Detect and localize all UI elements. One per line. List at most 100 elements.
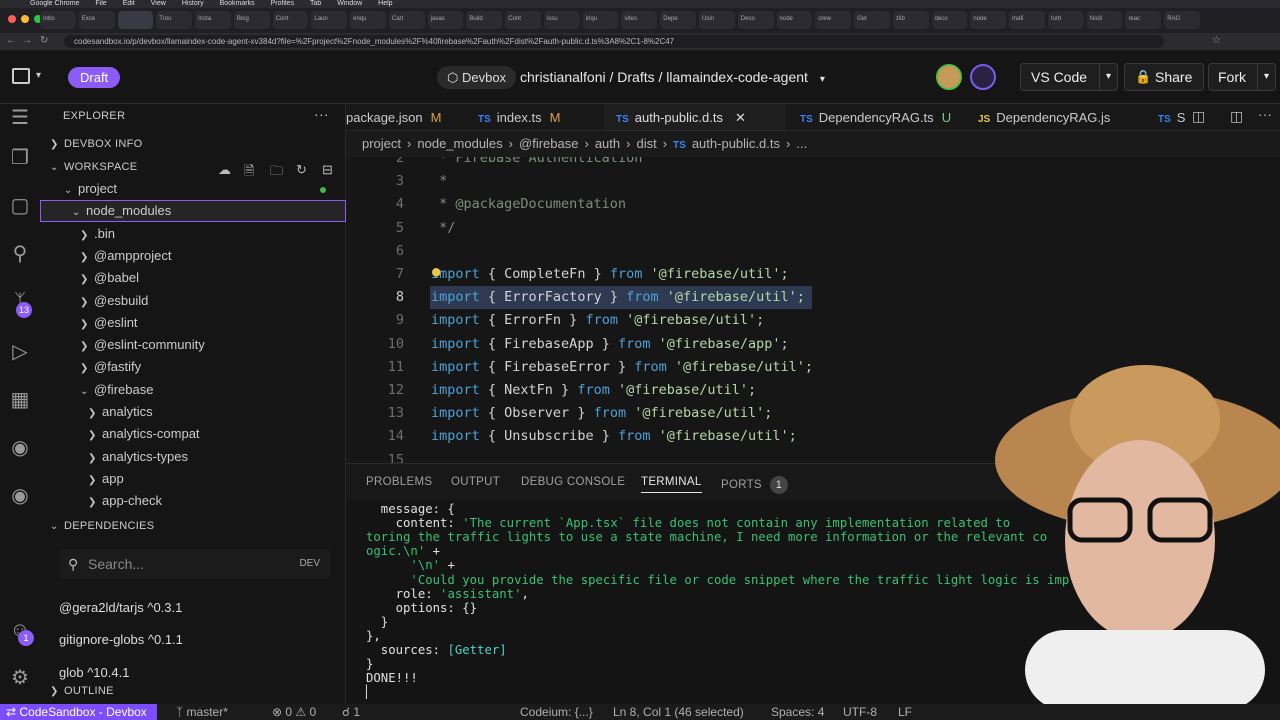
editor-tab[interactable]: TS index.ts M [466,104,602,130]
tree-item[interactable]: ⌄ node_modules [40,200,346,223]
browser-tab[interactable]: deco [931,11,968,29]
close-icon[interactable]: ✕ [735,110,746,125]
codeium-status[interactable]: Codeium: {...} [520,704,593,720]
panel-tab[interactable]: PROBLEMS [366,476,432,488]
browser-tab[interactable]: enqu [350,11,386,29]
workspace-section[interactable]: ⌄ WORKSPACE [50,161,137,173]
fork-button[interactable]: Fork ▾ [1208,63,1276,91]
tree-item[interactable]: ❯ analytics-compat [40,423,346,445]
browser-tab[interactable]: Insta [195,11,231,29]
vscode-button[interactable]: VS Code ▾ [1020,63,1118,91]
line-ending[interactable]: LF [898,704,912,720]
more-actions-icon[interactable]: ··· [314,106,329,122]
bookmark-star-icon[interactable]: ☆ [1212,35,1221,46]
os-menu-item[interactable]: View [151,0,166,8]
browser-tab[interactable]: mafi [1009,11,1045,29]
browser-tab[interactable]: Blog [233,11,270,29]
browser-tab[interactable]: Usin [699,11,735,29]
tree-item[interactable]: ❯ @eslint [40,312,346,334]
breadcrumb-item[interactable]: ... [796,136,807,151]
chevron-down-icon[interactable]: ▾ [36,70,41,81]
browser-tab[interactable]: node [776,11,813,29]
minimize-window-icon[interactable] [21,15,29,23]
remote-indicator[interactable]: ⇄ CodeSandbox - Devbox [0,704,157,720]
os-menu-item[interactable]: Bookmarks [220,0,255,8]
code-line[interactable]: 8 import { ErrorFactory } from '@firebase… [346,286,1280,310]
browser-tab[interactable]: node [970,11,1007,29]
url-bar[interactable]: codesandbox.io/p/devbox/llamaindex-code-… [64,35,1164,48]
indentation[interactable]: Spaces: 4 [771,704,824,720]
breadcrumb-item[interactable]: @firebase [519,136,578,151]
editor-tab[interactable]: TS auth-public.d.ts ✕ [604,104,786,130]
browser-tab[interactable] [117,11,154,29]
browser-tabs[interactable]: Inbo Exce Trou Insta Blog Cont Laun enqu Cart jav… [40,11,1200,31]
browser-tab[interactable]: Cont [505,11,541,29]
tree-item[interactable]: ⌄ @firebase [40,379,346,401]
browser-tab[interactable]: Depe [660,11,697,29]
os-menu-item[interactable]: History [182,0,204,8]
chevron-down-icon[interactable]: ▾ [1256,64,1269,90]
tree-item[interactable]: ⌄ project [40,178,346,200]
code-line[interactable]: 3 * [346,170,1280,193]
breadcrumb-item[interactable]: node_modules [417,136,502,151]
breadcrumb-item[interactable]: auth [595,136,620,151]
tree-item[interactable]: ❯ @babel [40,267,346,289]
dependency-item[interactable]: @gera2ld/tarjs ^0.3.1 [59,600,182,615]
split-editor-icon[interactable]: ◫ [1192,108,1205,125]
tree-item[interactable]: ❯ @esbuild [40,290,346,312]
github-alt-icon[interactable]: ◉ [8,484,32,508]
code-line[interactable]: 9 import { ErrorFn } from '@firebase/util… [346,309,1280,332]
browser-tab[interactable]: vites [621,11,658,29]
search-icon[interactable]: ⚲ [8,242,32,266]
panel-tab[interactable]: PORTS 1 [721,476,788,494]
editor-tab[interactable]: TS DependencyRAG.ts U [788,104,964,130]
chevron-down-icon[interactable]: ▾ [1098,64,1111,90]
dev-toggle[interactable]: DEV [299,549,320,579]
lightbulb-icon[interactable]: ● [432,261,440,284]
browser-tab[interactable]: Exce [78,11,115,29]
code-line[interactable]: 2 * Firebase Authentication [346,157,1280,170]
browser-tab[interactable]: Get [854,11,890,29]
os-menu-item[interactable]: Tab [310,0,321,8]
ports-indicator[interactable]: ☌ 1 [342,704,360,720]
refresh-icon[interactable]: ↻ [296,162,307,178]
avatar[interactable] [936,64,962,90]
browser-tab[interactable]: Laun [311,11,348,29]
sidebar-toggle-icon[interactable] [12,68,30,84]
browser-tab[interactable]: Cont [272,11,309,29]
os-menu-item[interactable]: Edit [123,0,135,8]
github-icon[interactable]: ◉ [8,436,32,460]
code-line[interactable]: 5 */ [346,217,1280,240]
os-menu-item[interactable]: Google Chrome [30,0,79,8]
window-controls[interactable] [8,15,42,23]
tree-item[interactable]: ❯ @eslint-community [40,334,346,356]
breadcrumb-item[interactable]: dist [636,136,656,151]
branch-indicator[interactable]: ᛉ master* [176,704,228,720]
problems-indicator[interactable]: ⊗ 0 ⚠ 0 [272,704,316,720]
cursor-position[interactable]: Ln 8, Col 1 (46 selected) [613,704,744,720]
gear-icon[interactable]: ⚙ [8,666,32,690]
devbox-info-section[interactable]: ❯ DEVBOX INFO [50,138,142,150]
share-button[interactable]: 🔒 Share [1124,63,1204,91]
editor-tab[interactable]: JS DependencyRAG.js [966,104,1144,130]
browser-tab[interactable]: javas [427,11,464,29]
cloud-download-icon[interactable]: ☁ [218,162,231,178]
close-window-icon[interactable] [8,15,16,23]
devbox-chip[interactable]: ⬡ Devbox [437,66,517,89]
tree-item[interactable]: ❯ @ampproject [40,245,346,267]
menu-icon[interactable]: ☰ [8,106,32,130]
browser-tab[interactable]: inqu [582,11,619,29]
browser-tab[interactable]: turb [1047,11,1084,29]
files-icon[interactable]: ❐ [8,146,32,170]
browser-tab[interactable]: Build [466,11,503,29]
forward-icon[interactable]: → [22,35,32,46]
layout-icon[interactable]: ◫ [1230,108,1243,125]
panel-tab[interactable]: TERMINAL [641,476,702,493]
project-path[interactable]: christianalfoni / Drafts / llamaindex-co… [520,69,825,85]
panel-tab[interactable]: DEBUG CONSOLE [521,476,625,488]
dependency-item[interactable]: gitignore-globs ^0.1.1 [59,632,183,647]
os-menu-item[interactable]: Window [337,0,362,8]
browser-tab[interactable]: Trou [156,11,193,29]
tree-item[interactable]: ❯ analytics [40,401,346,423]
code-line[interactable]: 7 import { CompleteFn } from '@firebase/u… [346,263,1280,286]
